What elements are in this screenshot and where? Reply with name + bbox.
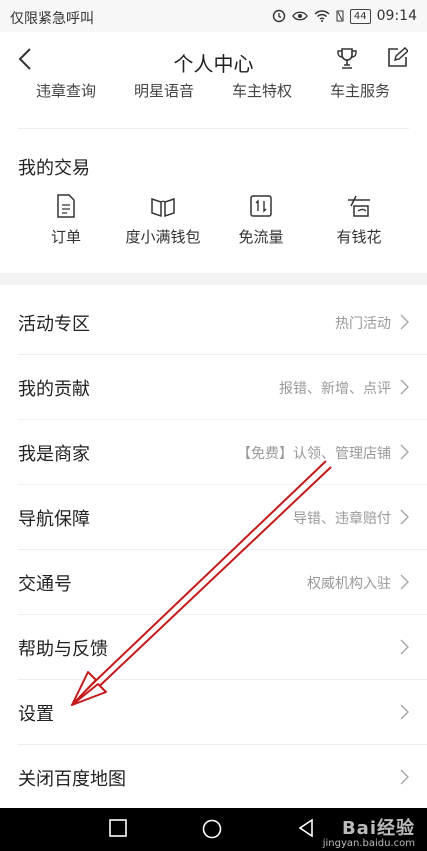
transactions-title: 我的交易 (18, 158, 90, 179)
menu-item-title: 导航保障 (18, 509, 90, 530)
menu-item-activities[interactable]: 活动专区 热门活动 (0, 290, 427, 355)
edit-icon (388, 46, 410, 67)
chevron-right-icon (400, 704, 409, 720)
menu-item-title: 设置 (18, 704, 54, 725)
wallet-book-icon (110, 194, 216, 218)
transaction-label: 免流量 (238, 228, 284, 246)
menu-item-title: 活动专区 (18, 314, 90, 335)
cut-item-3[interactable]: 车主服务 (330, 80, 390, 101)
transaction-item-orders[interactable]: 订单 (13, 194, 119, 247)
menu-item-nav-guarantee[interactable]: 导航保障 导错、违章赔付 (0, 485, 427, 550)
eye-icon (292, 11, 308, 21)
clock-text: 09:14 (376, 8, 417, 24)
menu-item-close-app[interactable]: 关闭百度地图 (0, 745, 427, 810)
system-nav-bar: Bai经验 jingyan.baidu.com (0, 808, 427, 851)
carrier-text: 仅限紧急呼叫 (10, 11, 94, 27)
chevron-right-icon (400, 379, 409, 395)
recent-apps-icon[interactable] (109, 819, 127, 837)
chevron-right-icon (400, 444, 409, 460)
home-icon[interactable] (202, 819, 222, 839)
page-title: 个人中心 (173, 52, 254, 76)
menu-item-title: 交通号 (18, 574, 72, 595)
menu-item-title: 我是商家 (18, 444, 90, 465)
data-transfer-icon (208, 194, 314, 218)
menu-item-hint: 热门活动 (335, 316, 391, 332)
menu-item-title: 帮助与反馈 (18, 639, 108, 660)
menu-item-title: 关闭百度地图 (18, 769, 126, 790)
status-bar: 仅限紧急呼叫 44 09:14 (0, 0, 427, 32)
edit-button[interactable] (386, 46, 410, 73)
trophy-icon (337, 48, 357, 69)
chevron-right-icon (400, 314, 409, 330)
cut-item-0[interactable]: 违章查询 (36, 80, 96, 101)
transaction-item-loan[interactable]: 有钱花 (306, 194, 412, 247)
menu-item-settings[interactable]: 设置 (0, 680, 427, 745)
cut-item-2[interactable]: 车主特权 (232, 80, 292, 101)
menu-item-merchant[interactable]: 我是商家 【免费】认领、管理店铺 (0, 420, 427, 485)
transaction-item-free-data[interactable]: 免流量 (208, 194, 314, 247)
alarm-icon (272, 9, 286, 23)
back-icon[interactable] (298, 819, 314, 837)
chevron-right-icon (400, 574, 409, 590)
menu-item-hint: 导错、违章赔付 (293, 511, 391, 527)
transaction-label: 有钱花 (336, 228, 382, 246)
watermark: Bai经验 jingyan.baidu.com (323, 814, 415, 849)
achievements-button[interactable] (336, 47, 358, 75)
money-icon (306, 194, 412, 218)
section-divider (18, 128, 409, 129)
battery-icon: 44 (349, 8, 371, 24)
menu-item-hint: 权威机构入驻 (307, 576, 391, 592)
menu-item-title: 我的贡献 (18, 379, 90, 400)
transaction-label: 订单 (50, 228, 81, 246)
menu-item-hint: 【免费】认领、管理店铺 (237, 446, 391, 462)
transaction-label: 度小满钱包 (125, 228, 201, 246)
document-icon (13, 194, 119, 218)
transaction-item-wallet[interactable]: 度小满钱包 (110, 194, 216, 247)
cut-item-1[interactable]: 明星语音 (134, 80, 194, 101)
menu-item-contributions[interactable]: 我的贡献 报错、新增、点评 (0, 355, 427, 420)
menu-item-traffic-account[interactable]: 交通号 权威机构入驻 (0, 550, 427, 615)
section-gap (0, 273, 427, 285)
watermark-url: jingyan.baidu.com (322, 838, 415, 849)
status-icons: 44 09:14 (272, 8, 417, 24)
chevron-right-icon (400, 639, 409, 655)
car-services-row: 违章查询 明星语音 车主特权 车主服务 (0, 80, 427, 102)
chevron-right-icon (400, 509, 409, 525)
menu-item-help-feedback[interactable]: 帮助与反馈 (0, 615, 427, 680)
sim-icon (336, 10, 344, 22)
wifi-icon (314, 10, 330, 22)
menu-item-hint: 报错、新增、点评 (279, 381, 391, 397)
watermark-logo: Bai经验 (341, 818, 415, 839)
chevron-right-icon (400, 769, 409, 785)
